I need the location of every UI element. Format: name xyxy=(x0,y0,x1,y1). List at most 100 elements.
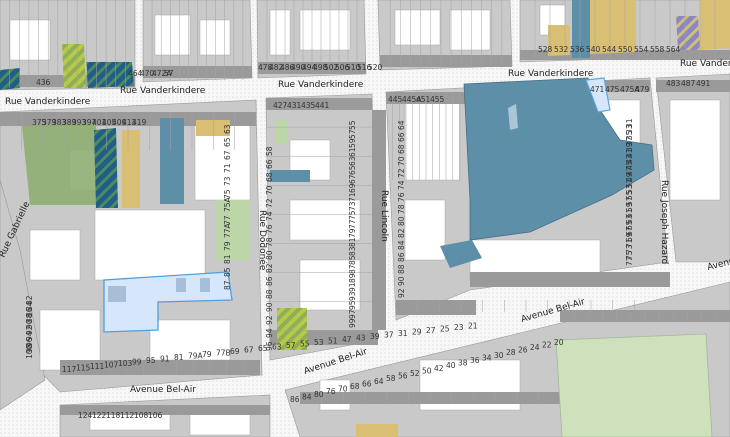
house-number: 427 xyxy=(273,101,288,110)
house-number: 87 xyxy=(223,280,232,290)
house-number: 38 xyxy=(458,359,468,368)
house-number: 47 xyxy=(342,335,352,344)
house-number: 21 xyxy=(468,322,478,331)
house-number: 95 xyxy=(146,356,156,365)
house-number: 73 xyxy=(223,176,232,186)
house-number: 55 xyxy=(348,120,357,130)
house-number: 81 xyxy=(174,353,184,362)
street-label: Rue Vanderkindere xyxy=(278,80,364,90)
house-number: 99 xyxy=(132,358,142,367)
house-number: 97 xyxy=(348,309,357,319)
house-number: 57 xyxy=(164,69,174,78)
house-number: 78 xyxy=(265,237,274,247)
house-number: 85 xyxy=(348,255,357,265)
parcel-teal-mid[interactable] xyxy=(160,118,184,204)
house-number: 94 xyxy=(265,328,274,338)
house-number: 77A xyxy=(223,222,232,238)
house-number: 50 xyxy=(422,366,432,375)
house-number: 69 xyxy=(348,183,357,193)
house-number: 79 xyxy=(202,350,212,359)
house-number: 65 xyxy=(258,344,268,353)
parcel-green-block-left[interactable] xyxy=(22,122,98,205)
house-number: 53 xyxy=(314,338,324,347)
house-number: 64 xyxy=(397,120,406,130)
house-number: 20 xyxy=(554,338,564,347)
house-number: 71 xyxy=(348,192,357,202)
house-number: 491 xyxy=(696,79,711,88)
house-number: 52 xyxy=(410,369,420,378)
house-number: 540 xyxy=(586,45,601,54)
house-number: 550 xyxy=(618,45,633,54)
parcel-hatch-green-top-left[interactable] xyxy=(62,44,86,88)
house-number: 107 xyxy=(104,361,119,370)
street-label: Rue Joseph Hazard xyxy=(659,180,669,264)
map-canvas[interactable]: Rue Vanderkindere Rue Vanderkindere Rue … xyxy=(0,0,730,437)
house-number: 115 xyxy=(76,364,91,373)
house-number: 79 xyxy=(223,241,232,251)
house-number: 65 xyxy=(348,165,357,175)
house-number: 66 xyxy=(362,379,372,388)
house-number: 108 xyxy=(134,411,149,420)
house-number: 66 xyxy=(397,132,406,142)
house-number: 70 xyxy=(338,385,348,394)
house-number: 90 xyxy=(397,276,406,286)
house-number: 67 xyxy=(244,346,254,355)
house-number: 63 xyxy=(348,156,357,166)
house-number: 82 xyxy=(397,228,406,238)
house-number: 419 xyxy=(132,118,147,127)
house-number: 63 xyxy=(272,343,282,352)
house-number: 479 xyxy=(635,85,650,94)
parcel-teal-dodonee[interactable] xyxy=(270,170,310,182)
house-number: 554 xyxy=(634,45,649,54)
house-number: 71 xyxy=(223,163,232,173)
house-number: 55 xyxy=(300,340,310,349)
street-label: Rue Vanderkindere xyxy=(120,86,206,96)
house-number: 455 xyxy=(430,95,445,104)
house-number: 112 xyxy=(120,411,135,420)
house-number: 65 xyxy=(223,137,232,147)
house-number: 87 xyxy=(348,264,357,274)
house-number: 436 xyxy=(36,78,51,87)
house-number: 24 xyxy=(530,343,540,352)
house-number: 475 xyxy=(605,85,620,94)
house-number: 58 xyxy=(386,374,396,383)
street-label: Rue Vanderkindere xyxy=(5,97,91,107)
house-number: 435 xyxy=(301,101,316,110)
street-label: Avenue Bel-Air xyxy=(130,385,196,395)
parcel-hatch-blue-mid[interactable] xyxy=(94,128,118,208)
house-number: 25 xyxy=(440,325,450,334)
house-number: 487 xyxy=(681,79,696,88)
house-number: 51 xyxy=(328,337,338,346)
house-number: 118 xyxy=(106,411,121,420)
house-number: 61 xyxy=(348,147,357,157)
house-number: 88 xyxy=(397,264,406,274)
park-green[interactable] xyxy=(555,333,713,437)
house-number: 79 xyxy=(348,228,357,238)
house-number: 86 xyxy=(397,252,406,262)
house-number: 124 xyxy=(78,411,93,420)
street-label: Rue Vanderkinde xyxy=(680,59,730,69)
house-number: 36 xyxy=(470,356,480,365)
house-number: 57 xyxy=(286,341,296,350)
house-number: 77 xyxy=(625,256,634,266)
house-number: 536 xyxy=(570,45,585,54)
house-number: 471 xyxy=(590,85,605,94)
house-number: 56 xyxy=(398,372,408,381)
street-label: Rue Lincoln xyxy=(379,190,389,242)
house-number: 74 xyxy=(265,211,274,221)
house-number: 77B xyxy=(216,349,231,358)
parcel-sand-bottom[interactable] xyxy=(356,424,398,437)
house-number: 76 xyxy=(326,387,336,396)
house-number: 75A xyxy=(223,196,232,212)
house-number: 431 xyxy=(287,101,302,110)
house-number: 75 xyxy=(348,210,357,220)
house-number: 74 xyxy=(397,180,406,190)
house-number: 72 xyxy=(265,198,274,208)
house-number: 483 xyxy=(666,79,681,88)
house-number: 68 xyxy=(350,382,360,391)
house-number: 111 xyxy=(90,362,105,371)
house-number: 91 xyxy=(348,282,357,292)
house-number: 80 xyxy=(265,250,274,260)
map-svg[interactable]: Rue Vanderkindere Rue Vanderkindere Rue … xyxy=(0,0,730,437)
house-number: 99 xyxy=(348,318,357,328)
